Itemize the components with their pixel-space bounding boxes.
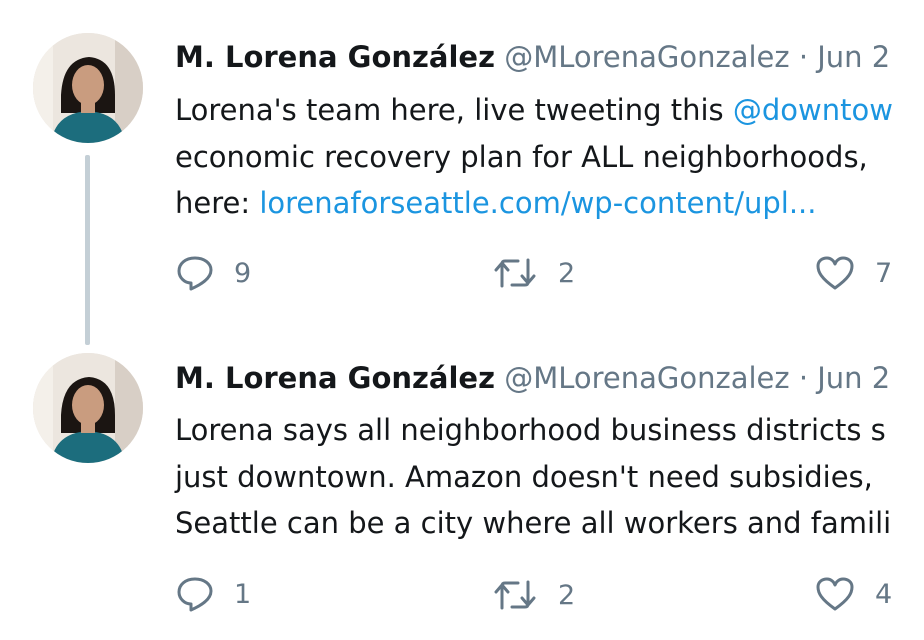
tweet-text: Seattle can be a city where all workers … [175, 506, 892, 540]
like-button[interactable]: 4 [815, 576, 892, 612]
tweet-header: M. Lorena González @MLorenaGonzalez · Ju… [175, 39, 890, 75]
tweet-text-line: Lorena's team here, live tweeting this @… [175, 92, 893, 128]
tweet-text-line: Lorena says all neighborhood business di… [175, 412, 886, 448]
tweet-2[interactable]: M. Lorena González @MLorenaGonzalez · Ju… [0, 320, 924, 640]
tweet-1[interactable]: M. Lorena González @MLorenaGonzalez · Ju… [0, 0, 924, 320]
separator-dot: · [798, 40, 809, 74]
url-link[interactable]: lorenaforseattle.com/wp-content/upl... [259, 186, 816, 220]
tweet-date[interactable]: Jun 2 [817, 40, 890, 74]
tweet-text-line: just downtown. Amazon doesn't need subsi… [175, 459, 873, 495]
avatar[interactable] [33, 33, 143, 143]
author-name[interactable]: M. Lorena González [175, 40, 495, 74]
author-handle[interactable]: @MLorenaGonzalez [504, 40, 789, 74]
retweet-count: 2 [558, 257, 576, 289]
reply-count: 9 [234, 257, 252, 289]
like-count: 4 [875, 578, 893, 610]
tweet-date[interactable]: Jun 2 [817, 361, 890, 395]
author-name[interactable]: M. Lorena González [175, 361, 495, 395]
tweet-text: just downtown. Amazon doesn't need subsi… [175, 460, 873, 494]
tweet-text: Lorena's team here, live tweeting this [175, 93, 733, 127]
tweet-text: economic recovery plan for ALL neighborh… [175, 140, 868, 174]
reply-icon [176, 576, 214, 612]
tweet-text-line: economic recovery plan for ALL neighborh… [175, 139, 868, 175]
tweet-header: M. Lorena González @MLorenaGonzalez · Ju… [175, 360, 890, 396]
reply-count: 1 [234, 578, 252, 610]
heart-icon [815, 255, 855, 291]
retweet-count: 2 [558, 579, 576, 611]
reply-button[interactable]: 9 [176, 255, 251, 291]
avatar[interactable] [33, 353, 143, 463]
tweet-text-line: here: lorenaforseattle.com/wp-content/up… [175, 185, 816, 221]
retweet-button[interactable]: 2 [492, 256, 575, 290]
retweet-icon [492, 578, 538, 612]
retweet-button[interactable]: 2 [492, 578, 575, 612]
reply-icon [176, 255, 214, 291]
retweet-icon [492, 256, 538, 290]
like-count: 7 [875, 257, 893, 289]
tweet-text: Lorena says all neighborhood business di… [175, 413, 886, 447]
heart-icon [815, 576, 855, 612]
reply-button[interactable]: 1 [176, 576, 251, 612]
separator-dot: · [798, 361, 809, 395]
author-handle[interactable]: @MLorenaGonzalez [504, 361, 789, 395]
tweet-text-line: Seattle can be a city where all workers … [175, 505, 891, 541]
mention-link[interactable]: @downtow [733, 93, 893, 127]
tweet-text: here: [175, 186, 260, 220]
like-button[interactable]: 7 [815, 255, 892, 291]
